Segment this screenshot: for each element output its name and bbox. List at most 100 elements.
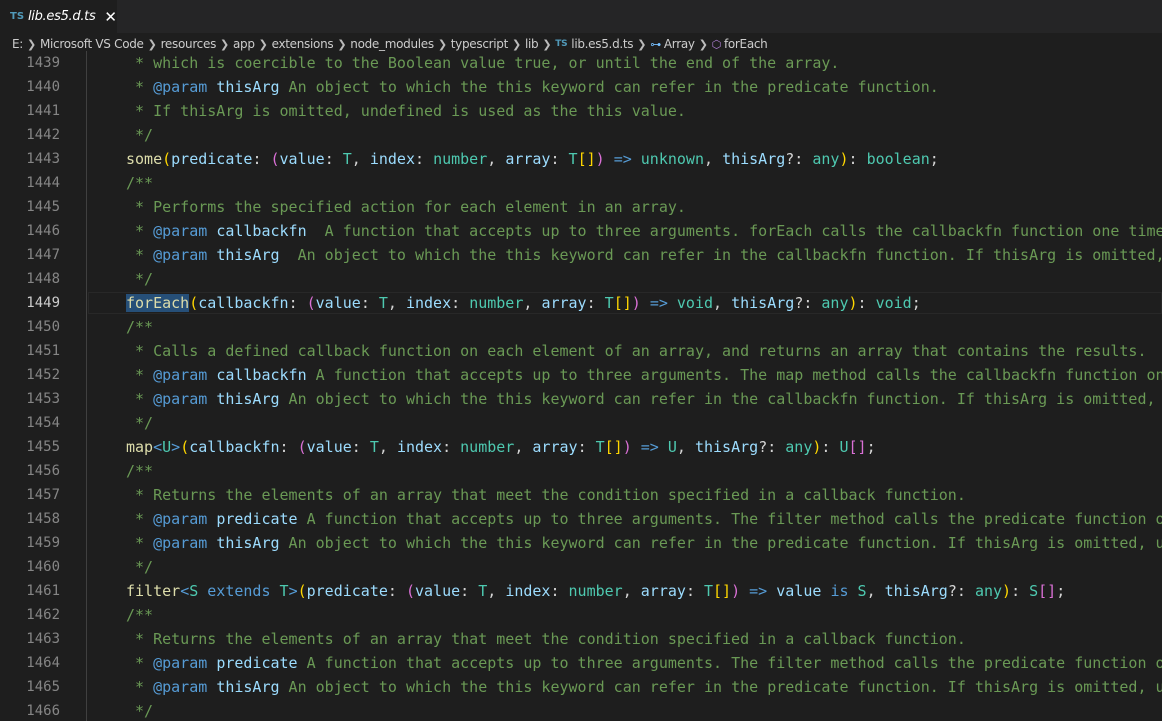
code-token: (: [162, 150, 172, 168]
code-line[interactable]: 1452 * @param callbackfn A function that…: [0, 363, 1162, 387]
breadcrumb-item[interactable]: Microsoft VS Code: [40, 37, 144, 51]
code-line[interactable]: 1455 map<U>(callbackfn: (value: T, index:…: [0, 435, 1162, 459]
code-token: :: [288, 294, 307, 312]
code-line[interactable]: 1449 forEach(callbackfn: (value: T, index…: [0, 291, 1162, 315]
line-code: */: [126, 555, 153, 579]
code-token: An object to which the this keyword can …: [279, 78, 939, 96]
line-number: 1466: [26, 703, 60, 719]
breadcrumb-item[interactable]: typescript: [451, 37, 509, 51]
code-line[interactable]: 1447 * @param thisArg An object to which…: [0, 243, 1162, 267]
breadcrumb-item[interactable]: resources: [161, 37, 217, 51]
code-line[interactable]: 1440 * @param thisArg An object to which…: [0, 75, 1162, 99]
code-line[interactable]: 1453 * @param thisArg An object to which…: [0, 387, 1162, 411]
line-code: * @param predicate A function that accep…: [126, 507, 1162, 531]
code-line[interactable]: 1465 * @param thisArg An object to which…: [0, 675, 1162, 699]
code-token: *: [126, 510, 154, 528]
code-token: @param: [153, 534, 208, 552]
code-token: */: [126, 558, 154, 576]
code-token: :: [252, 150, 271, 168]
code-token: An object to which the this keyword can …: [288, 534, 1162, 552]
code-token: ,: [523, 294, 542, 312]
code-token: :: [848, 150, 867, 168]
code-token: index: [405, 294, 452, 312]
code-line[interactable]: 1466 */: [0, 699, 1162, 721]
breadcrumb-item[interactable]: lib: [525, 37, 539, 51]
code-token: =>: [649, 294, 668, 312]
code-token: []: [577, 150, 596, 168]
code-line[interactable]: 1461 filter<S extends T>(predicate: (valu…: [0, 579, 1162, 603]
line-number: 1454: [26, 415, 60, 431]
code-line[interactable]: 1450 /**: [0, 315, 1162, 339]
code-token: predicate: [216, 510, 298, 528]
code-token: thisArg: [216, 78, 280, 96]
code-line[interactable]: 1456 /**: [0, 459, 1162, 483]
code-line[interactable]: 1442 */: [0, 123, 1162, 147]
code-token: :: [586, 294, 605, 312]
code-line[interactable]: 1445 * Performs the specified action for…: [0, 195, 1162, 219]
code-token: *: [126, 222, 154, 240]
code-token: :: [857, 294, 876, 312]
code-token: ,: [866, 582, 885, 600]
code-token: boolean: [866, 150, 930, 168]
code-token: *: [126, 654, 154, 672]
code-token: * Calls a defined callback function on e…: [126, 342, 1147, 360]
breadcrumb-item[interactable]: E:: [12, 37, 23, 51]
code-line[interactable]: 1454 */: [0, 411, 1162, 435]
close-icon[interactable]: ✕: [104, 8, 117, 26]
code-token: any: [974, 582, 1003, 600]
code-line[interactable]: 1448 */: [0, 267, 1162, 291]
breadcrumb-file[interactable]: lib.es5.d.ts: [571, 37, 633, 51]
code-token: A function that accepts up to three argu…: [315, 366, 1162, 384]
breadcrumb-symbol-array[interactable]: Array: [664, 37, 695, 51]
chevron-right-icon: ❯: [542, 38, 552, 51]
code-line[interactable]: 1463 * Returns the elements of an array …: [0, 627, 1162, 651]
code-token: U: [162, 438, 172, 456]
chevron-right-icon: ❯: [698, 37, 708, 51]
code-token: is: [830, 582, 849, 600]
breadcrumb-item[interactable]: extensions: [272, 37, 334, 51]
code-line[interactable]: 1451 * Calls a defined callback function…: [0, 339, 1162, 363]
code-line[interactable]: 1464 * @param predicate A function that …: [0, 651, 1162, 675]
code-token: value: [279, 150, 325, 168]
line-number: 1457: [26, 487, 60, 503]
code-line[interactable]: 1457 * Returns the elements of an array …: [0, 483, 1162, 507]
breadcrumb-item[interactable]: node_modules: [350, 37, 434, 51]
code-editor[interactable]: 1439 * which is coercible to the Boolean…: [0, 51, 1162, 721]
breadcrumb-symbol-foreach[interactable]: forEach: [724, 37, 768, 51]
line-code: */: [126, 123, 153, 147]
code-token: *: [126, 534, 154, 552]
code-token: ): [1002, 582, 1012, 600]
line-code: forEach(callbackfn: (value: T, index: nu…: [126, 291, 921, 315]
code-line[interactable]: 1443 some(predicate: (value: T, index: nu…: [0, 147, 1162, 171]
code-token: []: [713, 582, 732, 600]
interface-icon: ⊶: [650, 37, 661, 51]
line-number: 1448: [26, 271, 60, 287]
line-number: 1452: [26, 367, 60, 383]
code-token: <: [180, 582, 190, 600]
code-line[interactable]: 1441 * If thisArg is omitted, undefined …: [0, 99, 1162, 123]
code-line[interactable]: 1458 * @param predicate A function that …: [0, 507, 1162, 531]
breadcrumb-item[interactable]: app: [233, 37, 255, 51]
code-line[interactable]: 1460 */: [0, 555, 1162, 579]
code-token: T: [369, 438, 379, 456]
code-token: array: [541, 294, 587, 312]
code-line[interactable]: 1459 * @param thisArg An object to which…: [0, 531, 1162, 555]
code-line[interactable]: 1446 * @param callbackfn A function that…: [0, 219, 1162, 243]
line-code: some(predicate: (value: T, index: number…: [126, 147, 939, 171]
code-token: ,: [378, 438, 397, 456]
code-line[interactable]: 1439 * which is coercible to the Boolean…: [0, 51, 1162, 75]
code-line[interactable]: 1462 /**: [0, 603, 1162, 627]
code-token: number: [460, 438, 515, 456]
editor-tab[interactable]: TS lib.es5.d.ts ✕: [0, 0, 117, 33]
line-number: 1461: [26, 583, 60, 599]
code-token: []: [613, 294, 632, 312]
code-line[interactable]: 1444 /**: [0, 171, 1162, 195]
code-token: T: [342, 150, 352, 168]
code-token: =>: [640, 438, 659, 456]
line-code: * @param thisArg An object to which the …: [126, 75, 939, 99]
code-token: T: [595, 438, 605, 456]
code-token: @param: [153, 510, 208, 528]
code-token: ): [731, 582, 750, 600]
